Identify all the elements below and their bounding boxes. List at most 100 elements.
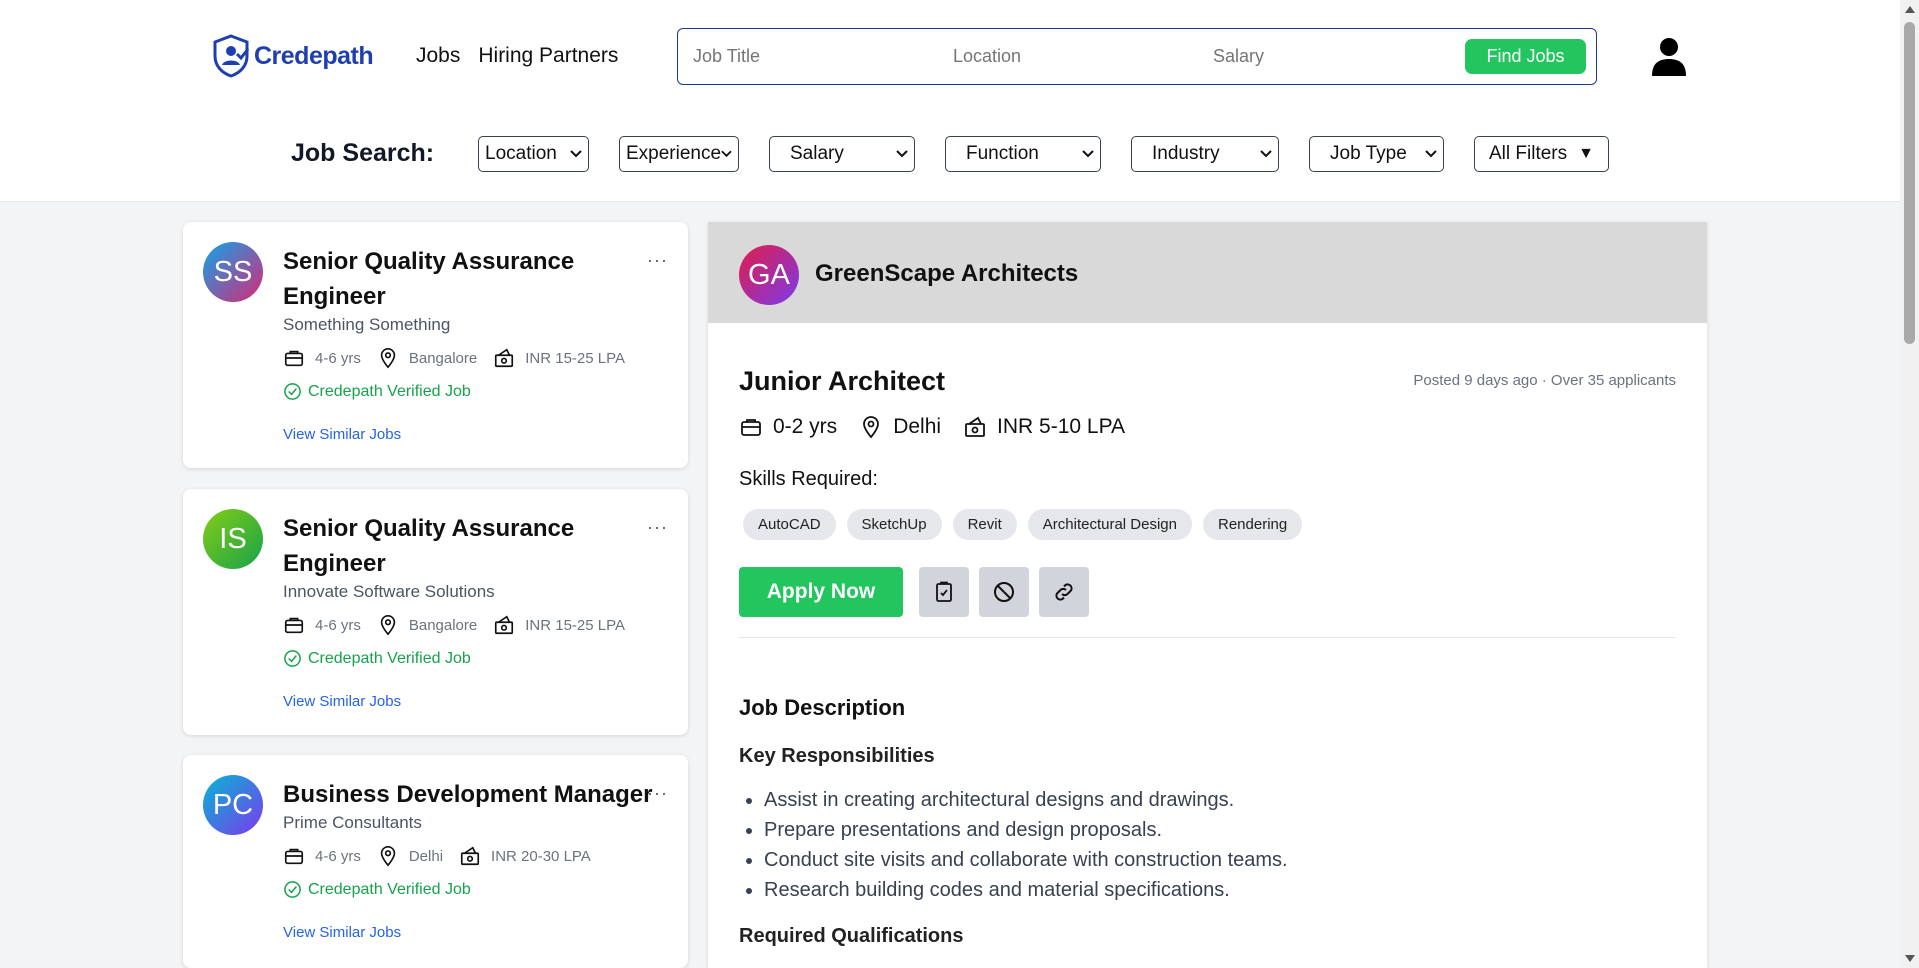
chevron-down-icon xyxy=(570,150,582,158)
job-type-filter-label: Job Type xyxy=(1330,143,1407,164)
company-avatar: IS xyxy=(203,509,263,569)
chevron-down-icon xyxy=(1425,150,1437,158)
company-name: Something Something xyxy=(283,315,451,334)
job-search-label: Job Search: xyxy=(291,139,435,167)
filter-bar: Job Search: Location Experience Salary F… xyxy=(0,134,1900,174)
briefcase-icon xyxy=(284,617,304,634)
experience-filter[interactable]: Experience xyxy=(619,136,739,172)
view-similar-jobs-link[interactable]: View Similar Jobs xyxy=(283,693,401,710)
salary-input[interactable] xyxy=(1213,46,1433,67)
job-meta: 4-6 yrs Bangalore INR 15-25 LPA xyxy=(283,614,641,636)
skill-tag: Architectural Design xyxy=(1027,509,1192,540)
scroll-thumb[interactable] xyxy=(1904,22,1915,344)
briefcase-icon xyxy=(284,350,304,367)
function-filter[interactable]: Function xyxy=(945,136,1101,172)
divider xyxy=(739,637,1676,638)
chevron-down-icon xyxy=(1260,150,1272,158)
company-avatar: PC xyxy=(203,775,263,835)
shield-check-icon xyxy=(213,34,250,78)
check-circle-icon xyxy=(284,881,301,898)
job-search-bar: Find Jobs xyxy=(677,28,1597,85)
salary-text: INR 20-30 LPA xyxy=(491,847,591,865)
location-pin-icon xyxy=(863,416,880,439)
scroll-up-arrow-icon[interactable] xyxy=(1905,6,1915,13)
triangle-down-icon: ▼ xyxy=(1578,145,1594,162)
location-input[interactable] xyxy=(953,46,1173,67)
verified-text: Credepath Verified Job xyxy=(308,382,471,400)
job-card[interactable]: IS Senior Quality Assurance Engineer ···… xyxy=(183,489,688,735)
ban-icon xyxy=(994,582,1014,602)
responsibilities-list: Assist in creating architectural designs… xyxy=(764,785,1288,905)
copy-link-button[interactable] xyxy=(1039,567,1089,617)
verified-badge: Credepath Verified Job xyxy=(283,382,471,401)
location-filter[interactable]: Location xyxy=(478,136,589,172)
job-title[interactable]: Senior Quality Assurance Engineer xyxy=(283,244,603,314)
view-similar-jobs-link[interactable]: View Similar Jobs xyxy=(283,924,401,941)
list-item: Conduct site visits and collaborate with… xyxy=(764,845,1288,875)
save-job-button[interactable] xyxy=(919,567,969,617)
all-filters-button[interactable]: All Filters ▼ xyxy=(1474,136,1609,172)
job-title[interactable]: Business Development Manager xyxy=(283,777,663,812)
skills-list: AutoCAD SketchUp Revit Architectural Des… xyxy=(743,509,1303,540)
find-jobs-button[interactable]: Find Jobs xyxy=(1465,39,1586,74)
experience-text: 4-6 yrs xyxy=(315,616,361,634)
money-icon xyxy=(495,348,514,368)
main-nav: Jobs Hiring Partners xyxy=(416,44,618,68)
list-item: Assist in creating architectural designs… xyxy=(764,785,1288,815)
detail-header: GA GreenScape Architects xyxy=(708,222,1707,323)
skills-label: Skills Required: xyxy=(739,468,878,490)
function-filter-label: Function xyxy=(966,143,1039,164)
job-card[interactable]: SS Senior Quality Assurance Engineer ···… xyxy=(183,222,688,468)
money-icon xyxy=(460,846,480,866)
job-title[interactable]: Senior Quality Assurance Engineer xyxy=(283,511,603,581)
salary-filter[interactable]: Salary xyxy=(769,136,915,172)
check-circle-icon xyxy=(284,383,301,400)
briefcase-icon xyxy=(284,848,304,865)
brand-logo[interactable]: Credepath xyxy=(212,34,374,78)
location-text: Delhi xyxy=(408,847,444,865)
job-meta: 4-6 yrs Delhi INR 20-30 LPA xyxy=(283,845,607,867)
nav-jobs[interactable]: Jobs xyxy=(416,44,460,68)
page-scrollbar[interactable] xyxy=(1900,0,1919,968)
industry-filter-label: Industry xyxy=(1152,143,1220,164)
key-responsibilities-heading: Key Responsibilities xyxy=(739,745,935,767)
brand-name: Credepath xyxy=(254,41,374,70)
chevron-down-icon xyxy=(896,150,908,158)
verified-badge: Credepath Verified Job xyxy=(283,880,471,899)
more-options-icon[interactable]: ··· xyxy=(647,517,668,538)
view-similar-jobs-link[interactable]: View Similar Jobs xyxy=(283,426,401,443)
more-options-icon[interactable]: ··· xyxy=(647,783,668,804)
link-icon xyxy=(1055,583,1073,601)
experience-text: 4-6 yrs xyxy=(315,349,361,367)
chevron-down-icon xyxy=(1082,150,1094,158)
company-name[interactable]: GreenScape Architects xyxy=(815,260,1078,288)
money-icon xyxy=(965,416,985,437)
job-meta: 0-2 yrs Delhi INR 5-10 LPA xyxy=(739,415,1147,439)
apply-now-button[interactable]: Apply Now xyxy=(739,567,903,617)
location-pin-icon xyxy=(380,348,396,369)
chevron-down-icon xyxy=(721,150,732,158)
job-card[interactable]: PC Business Development Manager ··· Prim… xyxy=(183,755,688,968)
job-meta: 4-6 yrs Bangalore INR 15-25 LPA xyxy=(283,347,641,369)
experience-filter-label: Experience xyxy=(626,143,722,164)
more-options-icon[interactable]: ··· xyxy=(647,250,668,271)
location-text: Bangalore xyxy=(408,349,478,367)
company-name: Prime Consultants xyxy=(283,813,422,832)
job-type-filter[interactable]: Job Type xyxy=(1309,136,1444,172)
salary-text: INR 5-10 LPA xyxy=(997,415,1126,438)
money-icon xyxy=(495,615,514,635)
job-title-input[interactable] xyxy=(693,46,913,67)
not-interested-button[interactable] xyxy=(979,567,1029,617)
all-filters-label: All Filters xyxy=(1489,143,1568,164)
skill-tag: AutoCAD xyxy=(743,509,836,540)
verified-text: Credepath Verified Job xyxy=(308,649,471,667)
posted-info: Posted 9 days ago · Over 35 applicants xyxy=(1413,372,1676,389)
nav-hiring-partners[interactable]: Hiring Partners xyxy=(478,44,618,68)
user-profile-icon[interactable] xyxy=(1651,36,1687,76)
scroll-down-arrow-icon[interactable] xyxy=(1905,955,1915,962)
salary-text: INR 15-25 LPA xyxy=(525,616,626,634)
location-text: Bangalore xyxy=(408,616,478,634)
location-pin-icon xyxy=(380,846,396,867)
verified-badge: Credepath Verified Job xyxy=(283,649,471,668)
industry-filter[interactable]: Industry xyxy=(1131,136,1279,172)
